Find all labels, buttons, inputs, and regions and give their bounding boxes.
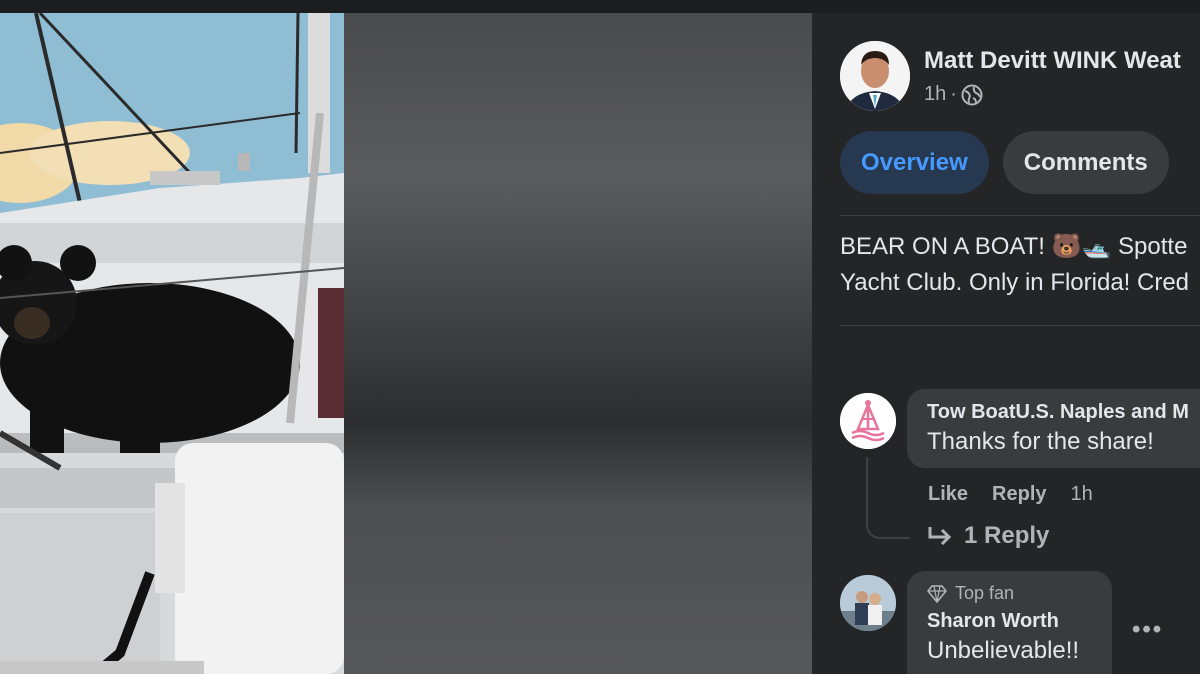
- top-fan-badge: Top fan: [927, 583, 1092, 604]
- video-frame[interactable]: [0, 13, 344, 674]
- divider: [840, 215, 1200, 216]
- commenter-avatar[interactable]: [840, 575, 896, 631]
- comment-author[interactable]: Sharon Worth: [927, 610, 1092, 633]
- media-viewer[interactable]: [0, 13, 812, 674]
- comment-more-options-icon[interactable]: •••: [1132, 616, 1163, 644]
- top-bar: [0, 0, 1200, 13]
- view-replies-link[interactable]: 1 Reply: [928, 522, 1049, 550]
- caption-line-1: BEAR ON A BOAT! 🐻🛥️ Spotte: [840, 233, 1188, 260]
- poster-avatar[interactable]: [840, 41, 910, 111]
- divider: [840, 325, 1200, 326]
- tab-comments[interactable]: Comments: [1002, 131, 1169, 194]
- post-header: Matt Devitt WINK Weat 1h ·: [840, 41, 1181, 111]
- globe-icon[interactable]: [961, 84, 983, 106]
- reply-arrow-icon: [928, 525, 952, 547]
- replies-count[interactable]: 1 Reply: [964, 522, 1049, 550]
- commenter-avatar[interactable]: [840, 393, 896, 449]
- comment-bubble[interactable]: Tow BoatU.S. Naples and M Thanks for the…: [907, 389, 1200, 468]
- post-info-panel: Matt Devitt WINK Weat 1h · Overview Comm…: [812, 13, 1200, 674]
- meta-separator: ·: [950, 83, 957, 105]
- poster-name[interactable]: Matt Devitt WINK Weat: [924, 47, 1181, 75]
- tab-overview[interactable]: Overview: [840, 131, 989, 194]
- bear-on-boat-image: [0, 13, 344, 674]
- reply-button[interactable]: Reply: [992, 483, 1046, 506]
- comment-text: Thanks for the share!: [927, 428, 1154, 455]
- comment-text: Unbelievable!!: [927, 637, 1080, 664]
- comment-author[interactable]: Tow BoatU.S. Naples and M: [927, 401, 1200, 424]
- diamond-icon: [927, 584, 947, 603]
- comment-bubble[interactable]: Top fan Sharon Worth Unbelievable!!: [907, 571, 1112, 674]
- post-time[interactable]: 1h: [924, 83, 946, 106]
- badge-label: Top fan: [955, 583, 1015, 603]
- comment-time[interactable]: 1h: [1071, 483, 1093, 506]
- thread-line: [866, 457, 910, 539]
- post-caption: BEAR ON A BOAT! 🐻🛥️ Spotte Yacht Club. O…: [840, 229, 1189, 301]
- blurred-backdrop: [344, 13, 812, 674]
- caption-line-2: Yacht Club. Only in Florida! Cred: [840, 269, 1190, 296]
- comment-actions: Like Reply 1h: [928, 483, 1093, 506]
- buoy-logo-icon: [840, 393, 896, 449]
- post-meta: 1h ·: [924, 83, 1181, 106]
- like-button[interactable]: Like: [928, 483, 968, 506]
- post-tabs: Overview Comments: [840, 131, 1183, 194]
